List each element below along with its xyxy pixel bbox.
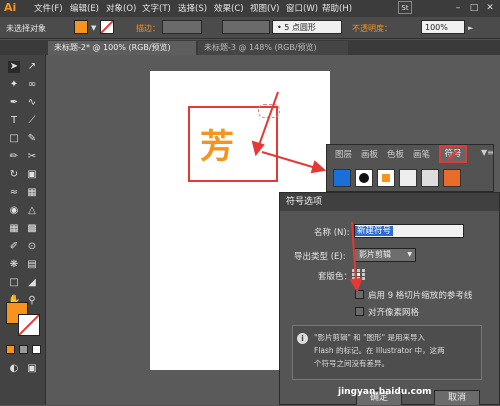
arrow-line-checkbox bbox=[351, 221, 357, 283]
arrow-head-checkbox bbox=[349, 277, 363, 293]
arrow-line-tab bbox=[447, 149, 459, 161]
arrow-head-glyph bbox=[251, 140, 265, 157]
arrow-line-glyph bbox=[257, 91, 279, 149]
arrow-line-panel bbox=[261, 151, 317, 169]
watermark: jingyan.baidu.com bbox=[338, 387, 432, 397]
arrow-head-panel bbox=[310, 160, 327, 174]
annotation-arrows bbox=[251, 91, 459, 293]
